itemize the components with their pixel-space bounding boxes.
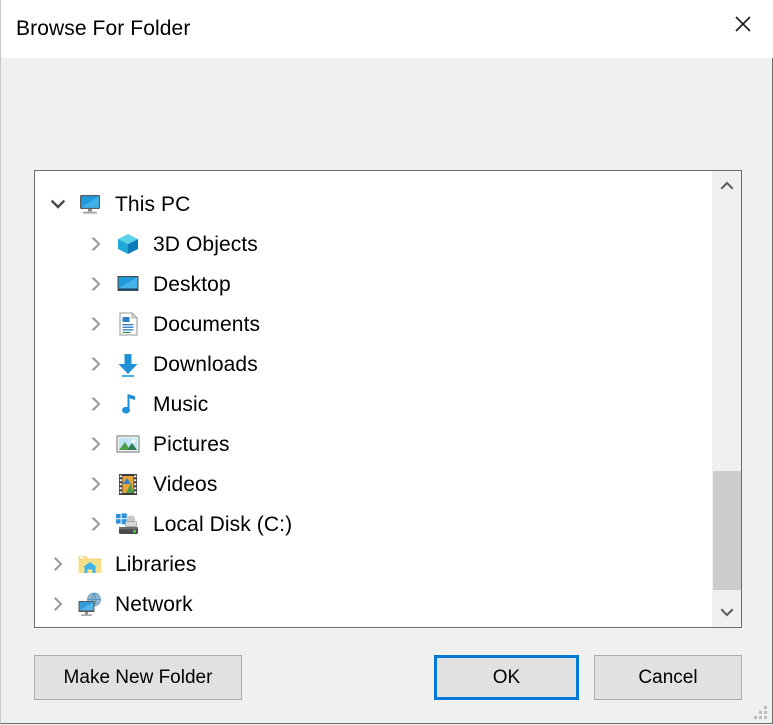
tree-scrollbar[interactable]	[711, 171, 741, 627]
chevron-right-icon[interactable]	[45, 551, 71, 577]
tree-item-label: Local Disk (C:)	[153, 512, 293, 536]
tree-item-label: This PC	[115, 192, 191, 216]
make-new-folder-button[interactable]: Make New Folder	[34, 655, 242, 700]
tree-item-network[interactable]: Network	[35, 584, 711, 624]
cube-icon	[113, 229, 143, 259]
tree-item-label: Downloads	[153, 352, 258, 376]
tree-item-label: Pictures	[153, 432, 230, 456]
tree-item-label: Desktop	[153, 272, 231, 296]
folder-tree: This PC 3D Objects Desktop Documents Dow…	[35, 171, 711, 627]
monitor-icon	[75, 189, 105, 219]
tree-item-label: Libraries	[115, 552, 197, 576]
tree-item-videos[interactable]: Videos	[35, 464, 711, 504]
tree-item-desktop[interactable]: Desktop	[35, 264, 711, 304]
chevron-right-icon[interactable]	[83, 231, 109, 257]
chevron-up-icon	[720, 181, 734, 190]
scroll-down-button[interactable]	[712, 597, 741, 627]
tree-item-documents[interactable]: Documents	[35, 304, 711, 344]
film-strip-icon	[113, 469, 143, 499]
scroll-up-button[interactable]	[712, 171, 741, 201]
cancel-button[interactable]: Cancel	[594, 655, 742, 700]
desktop-icon	[113, 269, 143, 299]
chevron-right-icon[interactable]	[83, 431, 109, 457]
chevron-down-icon[interactable]	[45, 191, 71, 217]
title-bar: Browse For Folder	[1, 0, 773, 58]
tree-item-this-pc[interactable]: This PC	[35, 184, 711, 224]
tree-item-label: Documents	[153, 312, 261, 336]
close-button[interactable]	[712, 0, 773, 47]
browse-for-folder-dialog: Browse For Folder This PC 3D Objects Des…	[0, 0, 773, 724]
tree-item-label: Network	[115, 592, 193, 616]
tree-item-local-disk-c[interactable]: Local Disk (C:)	[35, 504, 711, 544]
hard-drive-icon	[113, 509, 143, 539]
ok-button[interactable]: OK	[434, 655, 579, 700]
chevron-right-icon[interactable]	[83, 311, 109, 337]
chevron-right-icon[interactable]	[83, 391, 109, 417]
document-icon	[113, 309, 143, 339]
tree-item-label: Videos	[153, 472, 218, 496]
resize-grip[interactable]	[753, 704, 769, 720]
scrollbar-thumb[interactable]	[713, 471, 741, 590]
tree-item-pictures[interactable]: Pictures	[35, 424, 711, 464]
close-icon	[735, 15, 751, 32]
tree-item-libraries[interactable]: Libraries	[35, 544, 711, 584]
chevron-right-icon[interactable]	[83, 511, 109, 537]
tree-item-label: Music	[153, 392, 209, 416]
libraries-folder-icon	[75, 549, 105, 579]
chevron-right-icon[interactable]	[83, 351, 109, 377]
tree-item-music[interactable]: Music	[35, 384, 711, 424]
resize-grip-icon	[754, 706, 767, 719]
folder-tree-panel: This PC 3D Objects Desktop Documents Dow…	[34, 170, 742, 628]
picture-icon	[113, 429, 143, 459]
tree-item-label: 3D Objects	[153, 232, 258, 256]
window-title: Browse For Folder	[16, 17, 191, 40]
download-arrow-icon	[113, 349, 143, 379]
chevron-right-icon[interactable]	[83, 271, 109, 297]
chevron-right-icon[interactable]	[45, 591, 71, 617]
tree-item-3d-objects[interactable]: 3D Objects	[35, 224, 711, 264]
chevron-right-icon[interactable]	[83, 471, 109, 497]
music-note-icon	[113, 389, 143, 419]
network-icon	[75, 589, 105, 619]
tree-item-downloads[interactable]: Downloads	[35, 344, 711, 384]
chevron-down-icon	[720, 608, 734, 617]
